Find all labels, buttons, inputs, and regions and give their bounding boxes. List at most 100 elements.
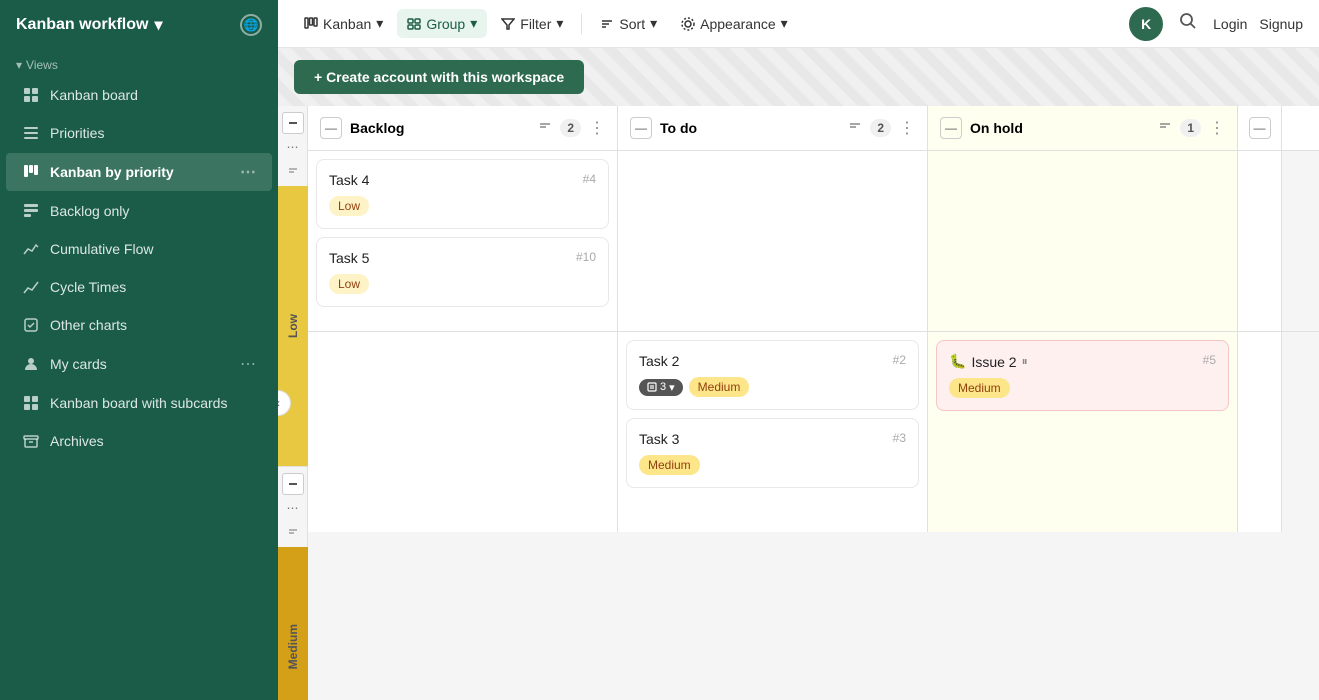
onhold-column-header: — On hold 1 ⋮ [928, 106, 1238, 150]
sidebar-item-cycle-times[interactable]: Cycle Times [6, 269, 272, 305]
filter-button-label: Filter [520, 16, 551, 32]
task3-title: Task 3 [639, 431, 679, 447]
appearance-button-label: Appearance [700, 16, 776, 32]
app-title[interactable]: Kanban workflow ▾ [16, 15, 162, 35]
sidebar-item-kanban-subcards-label: Kanban board with subcards [50, 395, 227, 411]
sidebar-item-my-cards[interactable]: My cards [6, 345, 272, 383]
onhold-col-title: On hold [970, 120, 1150, 136]
todo-count: 2 [870, 119, 891, 137]
medium-more-button[interactable]: ⋯ [285, 499, 301, 517]
card-task4[interactable]: Task 4 #4 Low [316, 159, 609, 229]
app-title-text: Kanban workflow [16, 16, 148, 34]
kanban-chevron-icon: ▾ [376, 15, 383, 32]
backlog-icon [22, 202, 40, 220]
sidebar-item-priorities[interactable]: Priorities [6, 115, 272, 151]
sidebar-item-archives[interactable]: Archives [6, 423, 272, 459]
onhold-collapse-button[interactable]: — [940, 117, 962, 139]
backlog-low-body: Task 4 #4 Low Task 5 #10 Low [308, 151, 618, 331]
my-cards-menu-icon[interactable] [240, 354, 256, 374]
task2-number: #2 [893, 353, 906, 367]
chart-line-icon [22, 278, 40, 296]
todo-menu-button[interactable]: ⋮ [899, 118, 915, 138]
medium-controls: ⋯ [278, 467, 308, 547]
task3-tag: Medium [639, 455, 700, 475]
onhold-menu-button[interactable]: ⋮ [1209, 118, 1225, 138]
search-button[interactable] [1175, 8, 1201, 39]
low-sort-button[interactable] [282, 160, 304, 182]
grid-sub-icon [22, 394, 40, 412]
todo-collapse-button[interactable]: — [630, 117, 652, 139]
backlog-sort-button[interactable] [538, 120, 552, 137]
backlog-collapse-button[interactable]: — [320, 117, 342, 139]
sidebar-item-backlog-only-label: Backlog only [50, 203, 129, 219]
list-icon [22, 124, 40, 142]
card-task2[interactable]: Task 2 #2 3 ▾ Medium [626, 340, 919, 410]
kanban-button[interactable]: Kanban ▾ [294, 9, 393, 38]
my-cards-actions[interactable] [240, 354, 256, 374]
chart-area-icon [22, 240, 40, 258]
grid-icon [22, 86, 40, 104]
extra-column-collapsed: — [1238, 106, 1282, 150]
sidebar-item-my-cards-label: My cards [50, 356, 107, 372]
group-button-label: Group [426, 16, 465, 32]
low-controls: ⋯ [278, 106, 308, 186]
task5-number: #10 [576, 250, 596, 264]
backlog-count: 2 [560, 119, 581, 137]
kanban-by-priority-actions[interactable] [240, 162, 256, 182]
backlog-medium-body [308, 332, 618, 532]
group-chevron-icon: ▾ [470, 15, 477, 32]
create-account-button[interactable]: + Create account with this workspace [294, 60, 584, 94]
sidebar-item-priorities-label: Priorities [50, 125, 104, 141]
filter-button[interactable]: Filter ▾ [491, 9, 573, 38]
sidebar-item-kanban-subcards[interactable]: Kanban board with subcards [6, 385, 272, 421]
filter-chevron-icon: ▾ [556, 15, 563, 32]
low-more-button[interactable]: ⋯ [285, 138, 301, 156]
sort-button[interactable]: Sort ▾ [590, 9, 667, 38]
card-task5[interactable]: Task 5 #10 Low [316, 237, 609, 307]
backlog-menu-button[interactable]: ⋮ [589, 118, 605, 138]
task2-subtask-count: 3 [660, 381, 666, 393]
card-task3[interactable]: Task 3 #3 Medium [626, 418, 919, 488]
sort-button-label: Sort [619, 16, 645, 32]
onhold-count: 1 [1180, 119, 1201, 137]
avatar-button[interactable]: K [1129, 7, 1163, 41]
medium-group-row: Task 2 #2 3 ▾ Medium [308, 332, 1319, 532]
extra-col-medium [1238, 332, 1282, 532]
views-label: ▾ Views [0, 50, 278, 76]
extra-col-expand-button[interactable]: — [1249, 117, 1271, 139]
toolbar-separator [581, 14, 582, 34]
medium-sort-button[interactable] [282, 521, 304, 543]
sidebar-item-cycle-times-label: Cycle Times [50, 279, 126, 295]
login-link[interactable]: Login [1213, 16, 1247, 32]
sidebar-item-kanban-by-priority[interactable]: Kanban by priority [6, 153, 272, 191]
sidebar-item-backlog-only[interactable]: Backlog only [6, 193, 272, 229]
sidebar-item-kanban-by-priority-label: Kanban by priority [50, 164, 174, 180]
appearance-button[interactable]: Appearance ▾ [671, 9, 798, 38]
issue-icon: 🐛 [949, 353, 966, 370]
sidebar-item-kanban-board[interactable]: Kanban board [6, 77, 272, 113]
globe-icon[interactable]: 🌐 [240, 14, 262, 36]
kanban-icon [22, 163, 40, 181]
low-group-row: Task 4 #4 Low Task 5 #10 Low [308, 151, 1319, 332]
appearance-chevron-icon: ▾ [781, 15, 788, 32]
sidebar-item-other-charts[interactable]: Other charts [6, 307, 272, 343]
task2-subtasks-badge[interactable]: 3 ▾ [639, 379, 683, 396]
issue2-title: Issue 2 [971, 354, 1016, 370]
todo-col-title: To do [660, 120, 840, 136]
group-button[interactable]: Group ▾ [397, 9, 487, 38]
board-outer: ‹ ⋯ Low [278, 106, 1319, 700]
backlog-col-title: Backlog [350, 120, 530, 136]
kanban-by-priority-menu-icon[interactable] [240, 162, 256, 182]
low-collapse-button[interactable] [282, 112, 304, 134]
user-icon [22, 355, 40, 373]
sidebar-item-cumulative-flow[interactable]: Cumulative Flow [6, 231, 272, 267]
card-issue2[interactable]: 🐛 Issue 2 ⏸ #5 Medium [936, 340, 1229, 411]
todo-low-body [618, 151, 928, 331]
medium-collapse-button[interactable] [282, 473, 304, 495]
onhold-sort-button[interactable] [1158, 120, 1172, 137]
extra-col-low [1238, 151, 1282, 331]
task3-number: #3 [893, 431, 906, 445]
signup-link[interactable]: Signup [1259, 16, 1303, 32]
todo-sort-button[interactable] [848, 120, 862, 137]
issue2-number: #5 [1203, 353, 1216, 367]
